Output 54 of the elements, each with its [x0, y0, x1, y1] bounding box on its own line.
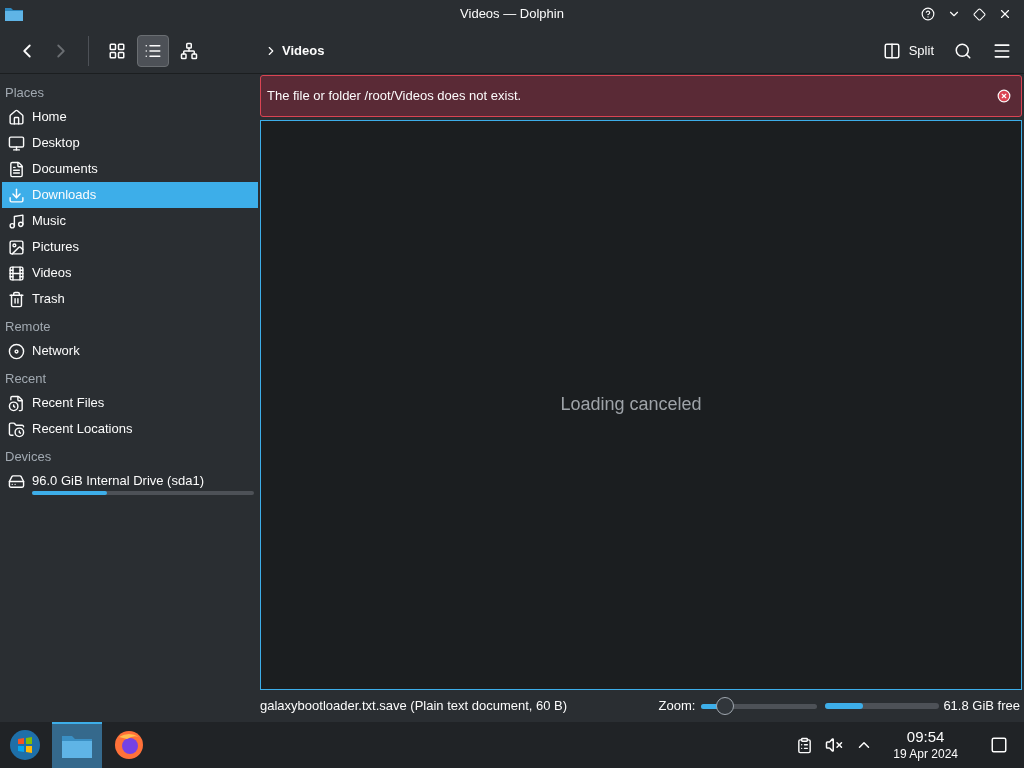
split-button[interactable]: Split [878, 40, 938, 61]
grid-view-icon [108, 41, 126, 60]
music-note-icon [8, 212, 25, 230]
recent-folder-icon [8, 420, 25, 438]
clock-date[interactable]: 19 Apr 2024 [893, 746, 958, 762]
image-icon [8, 238, 25, 256]
section-heading: Recent [4, 370, 48, 389]
zoom-slider[interactable] [701, 697, 818, 715]
sidebar-item[interactable]: 96.0 GiB Internal Drive (sda1) [2, 468, 258, 494]
clock-time[interactable]: 09:54 [906, 728, 945, 747]
recent-file-icon [8, 394, 25, 412]
help-icon[interactable] [921, 7, 935, 21]
sidebar-item[interactable]: Music [2, 208, 258, 234]
free-space-label: 61.8 GiB free [943, 697, 1020, 716]
tree-view-icon [180, 41, 198, 60]
sidebar-item[interactable]: Recent Locations [2, 416, 258, 442]
breadcrumb-item[interactable]: Videos [282, 40, 325, 61]
sidebar-item[interactable]: Pictures [2, 234, 258, 260]
sidebar-item[interactable]: Trash [2, 286, 258, 312]
trash-icon [8, 290, 25, 308]
slider-thumb[interactable] [715, 697, 734, 715]
muted-speaker-icon[interactable] [825, 736, 844, 754]
view-mode-button[interactable] [137, 34, 169, 67]
folder-icon [61, 733, 93, 759]
search-icon[interactable] [954, 41, 972, 60]
close-icon[interactable] [998, 7, 1012, 21]
sidebar-item[interactable]: Home [2, 104, 258, 130]
monitor-icon [8, 134, 25, 152]
show-desktop-icon[interactable] [990, 736, 1008, 754]
start-orb-icon [9, 729, 41, 761]
folder-icon [4, 6, 24, 22]
file-info: galaxybootloader.txt.save (Plain text document, 60 B) [260, 697, 568, 716]
browser-icon [113, 729, 145, 761]
sidebar-item[interactable]: Network [2, 338, 258, 364]
sidebar-item[interactable]: Videos [2, 260, 258, 286]
status-message: Loading canceled [560, 392, 702, 416]
document-icon [8, 160, 25, 178]
maximize-icon[interactable] [973, 7, 986, 21]
home-icon [8, 108, 25, 126]
section-heading: Devices [4, 448, 53, 467]
sidebar-item[interactable]: Desktop [2, 130, 258, 156]
split-view-icon [882, 41, 901, 60]
section-heading: Remote [4, 318, 52, 337]
clipboard-icon[interactable] [796, 736, 814, 754]
film-icon [8, 264, 25, 282]
close-icon[interactable] [997, 89, 1011, 103]
error-message: The file or folder /root/Videos does not exist. [267, 87, 522, 106]
zoom-label: Zoom: [658, 697, 696, 716]
sidebar-item[interactable]: Documents [2, 156, 258, 182]
window-title: Videos — Dolphin [460, 5, 564, 24]
sidebar-item[interactable]: Recent Files [2, 390, 258, 416]
section-heading: Places [4, 84, 46, 103]
drive-icon [8, 472, 25, 490]
download-icon [8, 186, 25, 204]
